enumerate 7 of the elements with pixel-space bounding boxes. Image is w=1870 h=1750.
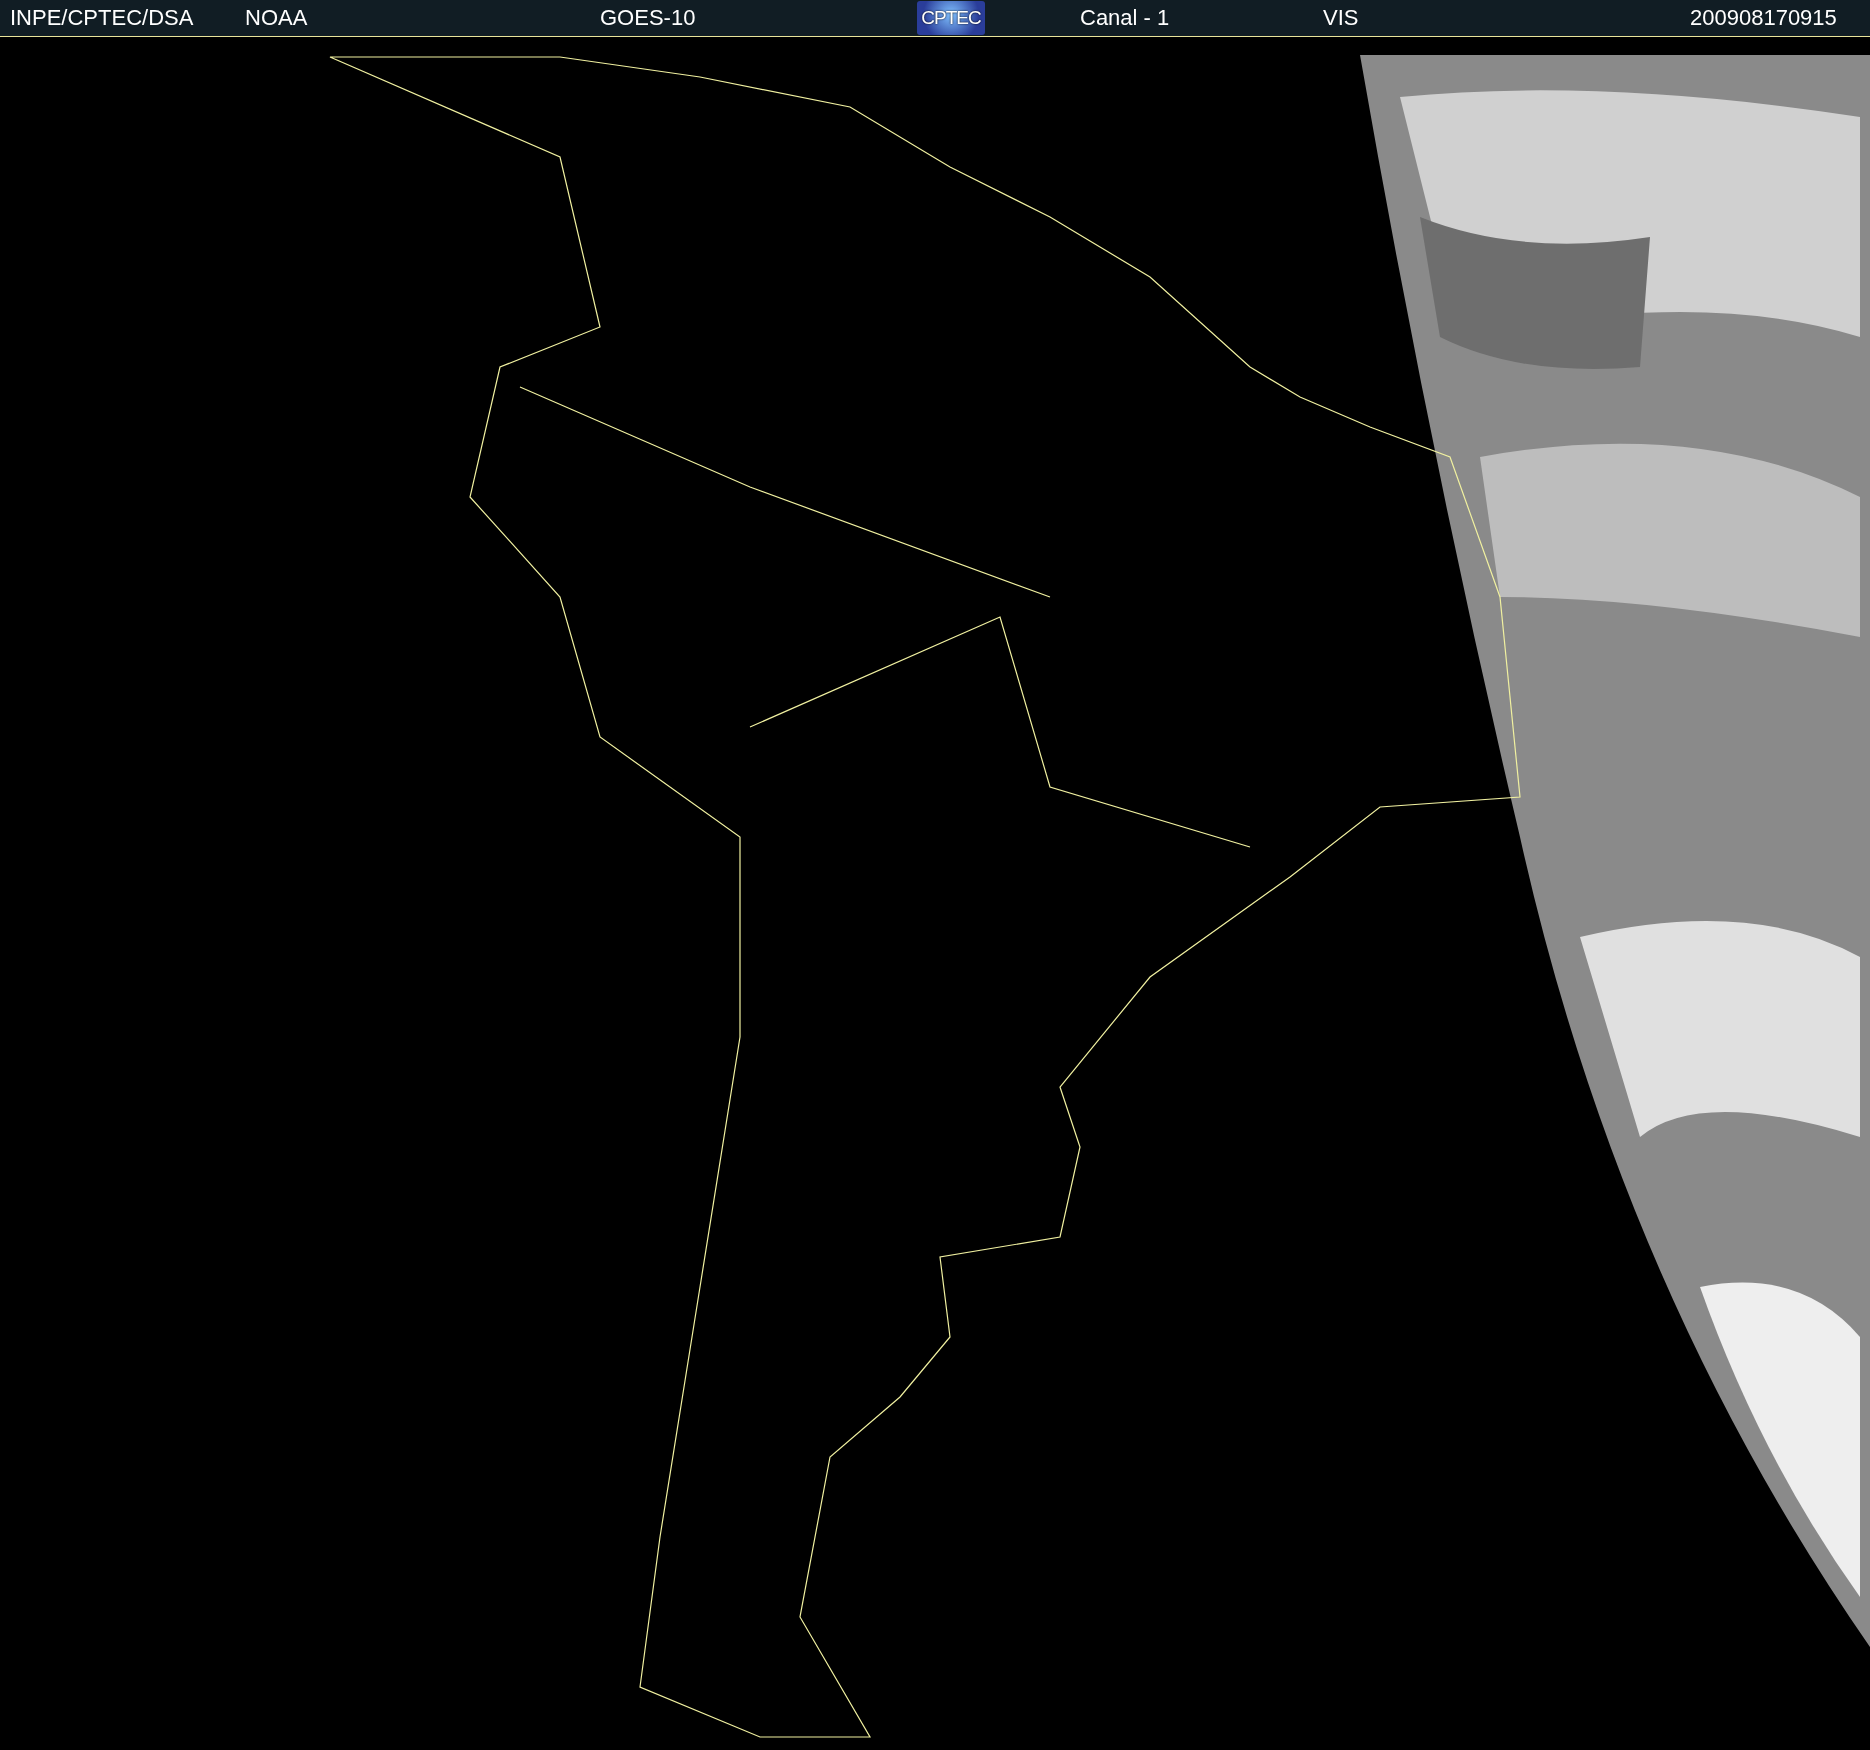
header-label: Canal - 1 bbox=[1080, 4, 1170, 32]
logo: CPTEC bbox=[917, 1, 985, 35]
header-label: GOES-10 bbox=[600, 4, 696, 32]
header-label: INPE/CPTEC/DSA bbox=[10, 4, 194, 32]
header-label: 200908170915 bbox=[1690, 4, 1837, 32]
header-label: VIS bbox=[1323, 4, 1359, 32]
header-label: NOAA bbox=[245, 4, 308, 32]
